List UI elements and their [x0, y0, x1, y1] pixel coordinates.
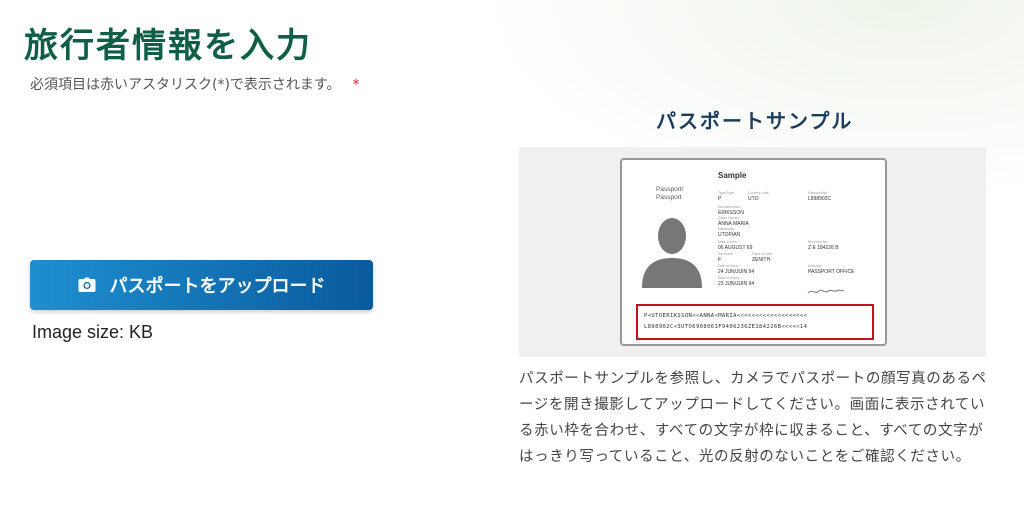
page-title: 旅行者情報を入力: [24, 26, 312, 66]
sample-description: パスポートサンプルを参照し、カメラでパスポートの顔写真のあるページを開き撮影して…: [519, 371, 987, 465]
sample-heading: パスポートサンプル: [656, 109, 854, 133]
passport-field-dob: Date of birth 06 AUGUST 69: [718, 240, 753, 251]
camera-icon: [78, 277, 96, 293]
passport-field-sex: Sex/Sexe F: [718, 252, 733, 263]
passport-field-country: Country code UTO: [748, 191, 769, 202]
upload-button-label: パスポートをアップロード: [109, 276, 326, 297]
image-size-text: Image size: KB: [32, 322, 154, 342]
upload-passport-button[interactable]: パスポートをアップロード: [30, 260, 373, 310]
mrz-frame: P<UTOERIKSSON<<ANNA<MARIA<<<<<<<<<<<<<<<…: [636, 304, 874, 340]
passport-field-nationality: Nationality UTOPIAN: [718, 227, 741, 238]
passport-field-issue-date: Date of issue 24 JUN/JUIN 94: [718, 264, 755, 275]
passport-sample-image: Sample Passport/ Passport Type/Type P Cou…: [519, 147, 986, 357]
mrz-line-1: P<UTOERIKSSON<<ANNA<MARIA<<<<<<<<<<<<<<<…: [644, 313, 808, 319]
mrz-line-2: L898902C<3UTO6908061F9406236ZE184226B<<<…: [644, 324, 808, 330]
passport-type-label: Passport/ Passport: [656, 186, 684, 201]
passport-field-type: Type/Type P: [718, 191, 735, 202]
required-note-text: 必須項目は赤いアスタリスク(*)で表示されます。: [30, 77, 341, 93]
passport-field-number: Passport No. L898902C: [808, 191, 832, 202]
passport-field-authority: Authority PASSPORT OFFICE: [808, 264, 855, 275]
passport-field-place-of-birth: Place of birth ZENITH: [752, 252, 773, 263]
passport-signature: [807, 289, 845, 294]
passport-field-expiry-date: Date of expiry 23 JUN/JUIN 94: [718, 276, 755, 287]
passport-field-personal-no: Personal No. Z E 184226 B: [808, 240, 839, 251]
passport-sample-label: Sample: [718, 171, 747, 180]
passport-card: Sample Passport/ Passport Type/Type P Cou…: [620, 158, 887, 346]
required-asterisk: *: [352, 77, 360, 93]
passport-photo-silhouette: [642, 218, 702, 288]
required-fields-note: 必須項目は赤いアスタリスク(*)で表示されます。 *: [30, 74, 360, 94]
